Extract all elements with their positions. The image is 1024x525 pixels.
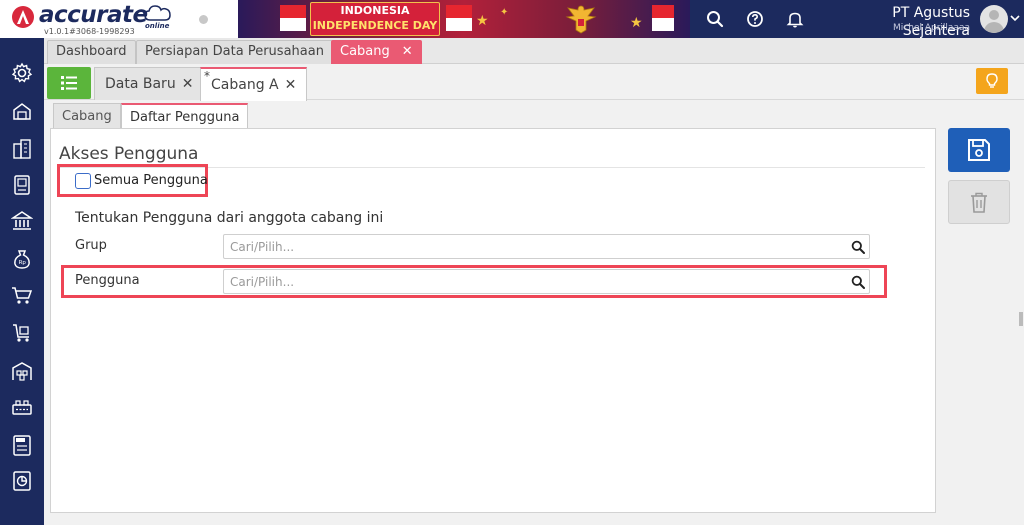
group-label: Grup (75, 238, 107, 253)
accurate-logo-icon (12, 6, 34, 28)
all-users-label[interactable]: Semua Pengguna (94, 172, 208, 190)
floppy-disk-icon (968, 139, 990, 161)
search-icon[interactable] (706, 10, 724, 28)
user-name[interactable]: Michel Aprillaaaa (826, 22, 970, 34)
tab-label: Daftar Pengguna (130, 110, 240, 125)
independence-day-banner: INDONESIA INDEPENDENCE DAY ★ ✦ ★ (238, 0, 690, 38)
form-panel: Akses Pengguna Semua Pengguna Tentukan P… (50, 128, 936, 513)
flag-icon (652, 5, 674, 31)
tab-label: Persiapan Data Perusahaan (145, 44, 324, 59)
record-tab-data-baru[interactable]: Data Baru ✕ (94, 67, 205, 100)
bank-icon[interactable] (11, 210, 33, 232)
record-tab-bar: Data Baru ✕ * Cabang A ✕ (44, 64, 1024, 101)
tab-label: Cabang A (211, 77, 279, 93)
tab-dashboard[interactable]: Dashboard (47, 40, 136, 64)
flag-icon (446, 5, 472, 31)
flag-icon (280, 5, 306, 31)
cloud-icon (144, 5, 171, 21)
user-search-input[interactable] (223, 269, 870, 294)
app-version: v1.0.1#3068-1998293 (44, 27, 135, 36)
subtab-cabang[interactable]: Cabang (53, 103, 121, 129)
trash-icon (971, 192, 987, 213)
star-icon: ★ (630, 15, 643, 31)
scroll-handle[interactable] (1019, 312, 1023, 326)
tax-icon[interactable] (11, 434, 33, 456)
cart-icon[interactable] (11, 284, 33, 306)
banner-line-2: INDEPENDENCE DAY (312, 19, 438, 32)
banner-title: INDONESIA INDEPENDENCE DAY (310, 2, 440, 36)
production-icon[interactable] (11, 398, 33, 420)
record-tab-cabang-a[interactable]: * Cabang A ✕ (200, 67, 308, 101)
ledger-icon[interactable] (11, 174, 33, 196)
delivery-cart-icon[interactable] (11, 322, 33, 344)
user-label: Pengguna (75, 273, 140, 288)
brand-name: accurate (39, 2, 148, 28)
inventory-icon[interactable] (11, 100, 33, 122)
gear-icon[interactable] (11, 62, 33, 84)
top-header: accurate v1.0.1#3068-1998293 online INDO… (0, 0, 1024, 39)
chevron-down-icon[interactable] (1010, 14, 1020, 22)
close-icon[interactable]: ✕ (182, 76, 194, 92)
tips-button[interactable] (976, 68, 1008, 94)
brand-online: online (145, 22, 170, 30)
banner-line-1: INDONESIA (340, 4, 410, 17)
bell-icon[interactable] (786, 10, 804, 28)
members-heading: Tentukan Pengguna dari anggota cabang in… (75, 210, 384, 226)
tab-label: Cabang (62, 109, 112, 124)
group-search-input[interactable] (223, 234, 870, 259)
svg-text:Rp: Rp (19, 260, 27, 266)
status-dot (199, 15, 208, 24)
save-button[interactable] (948, 128, 1010, 172)
garuda-emblem-icon (565, 5, 597, 34)
tab-label: Dashboard (56, 44, 127, 59)
help-icon[interactable] (746, 10, 764, 28)
section-title: Akses Pengguna (59, 144, 199, 164)
brand-area[interactable]: accurate v1.0.1#3068-1998293 online (0, 0, 238, 38)
module-tab-bar: Dashboard Persiapan Data Perusahaan Caba… (44, 38, 1024, 64)
close-icon[interactable]: ✕ (285, 77, 297, 93)
list-icon (61, 76, 77, 90)
subtab-daftar-pengguna[interactable]: Daftar Pengguna (121, 103, 249, 129)
buildings-icon[interactable] (11, 138, 33, 160)
tab-cabang[interactable]: Cabang ✕ (331, 40, 422, 64)
sub-tab-bar: Cabang Daftar Pengguna (44, 100, 944, 129)
tab-label: Data Baru (105, 76, 176, 92)
star-icon: ✦ (500, 7, 509, 18)
close-icon[interactable]: ✕ (402, 44, 413, 59)
warehouse-icon[interactable] (11, 360, 33, 382)
tab-label: Cabang (340, 44, 390, 59)
star-icon: ★ (476, 13, 489, 29)
avatar[interactable] (980, 5, 1008, 33)
all-users-checkbox[interactable] (75, 173, 91, 189)
report-icon[interactable] (11, 470, 33, 492)
money-bag-icon[interactable]: Rp (11, 248, 33, 270)
lightbulb-icon (986, 73, 998, 88)
search-icon[interactable] (851, 240, 865, 254)
unsaved-marker: * (204, 69, 210, 83)
sidebar: Rp (0, 38, 44, 525)
search-icon[interactable] (851, 275, 865, 289)
tab-persiapan-data-perusahaan[interactable]: Persiapan Data Perusahaan (136, 40, 333, 64)
delete-button[interactable] (948, 180, 1010, 224)
list-view-button[interactable] (47, 67, 91, 99)
